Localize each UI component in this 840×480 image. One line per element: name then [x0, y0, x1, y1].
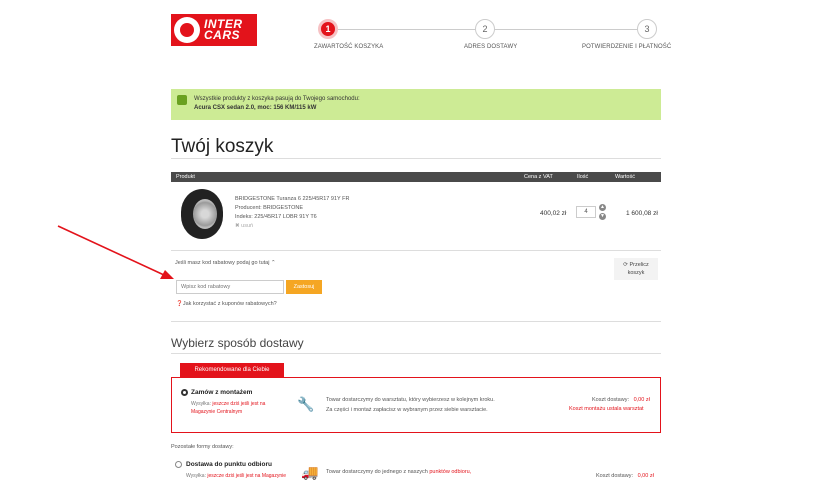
annotation-arrow-icon: [57, 225, 174, 279]
